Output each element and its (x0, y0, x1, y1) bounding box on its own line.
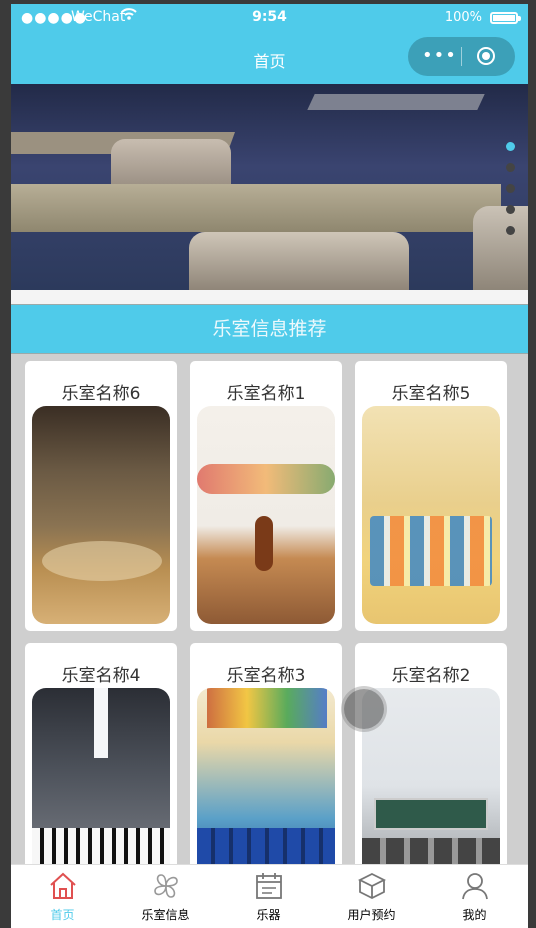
banner-carousel[interactable] (11, 84, 528, 290)
room-name: 乐室名称3 (226, 666, 306, 686)
banner-image-part (11, 184, 501, 232)
calendar-icon (256, 873, 282, 899)
room-photo[interactable] (32, 688, 170, 864)
carousel-dot[interactable] (506, 142, 515, 151)
status-bar: ●●●●● WeChat 9:54 100% (11, 4, 528, 32)
box-icon (357, 872, 387, 900)
room-card[interactable]: 乐室名称2 (355, 643, 507, 864)
room-card[interactable]: 乐室名称3 (190, 643, 342, 864)
user-icon (462, 873, 488, 900)
carousel-dot[interactable] (506, 226, 515, 235)
banner-image-part (307, 94, 485, 110)
tab-label: 首页 (50, 908, 75, 922)
phone-screen: ●●●●● WeChat 9:54 100% 首页 ••• 乐室信息推荐 乐室名… (11, 4, 528, 928)
miniprogram-capsule: ••• (408, 37, 515, 76)
tab-label: 乐器 (256, 908, 281, 922)
room-name: 乐室名称4 (61, 666, 141, 686)
touch-indicator (344, 689, 384, 729)
battery-icon (490, 12, 521, 24)
tab-mine[interactable]: 我的 (423, 865, 526, 928)
divider (11, 290, 528, 304)
tab-label: 乐室信息 (141, 908, 190, 922)
more-menu-icon[interactable]: ••• (422, 45, 457, 66)
room-name: 乐室名称6 (61, 384, 141, 404)
top-bar: ●●●●● WeChat 9:54 100% 首页 ••• (11, 4, 528, 84)
close-miniprogram-icon[interactable] (477, 47, 495, 65)
room-card[interactable]: 乐室名称1 (190, 361, 342, 631)
tab-room-info[interactable]: 乐室信息 (114, 865, 217, 928)
tab-label: 我的 (462, 908, 487, 922)
tab-label: 用户预约 (347, 908, 396, 922)
section-header: 乐室信息推荐 (11, 304, 528, 354)
room-name: 乐室名称2 (391, 666, 471, 686)
carousel-dot[interactable] (506, 205, 515, 214)
clover-icon (154, 874, 178, 898)
room-card[interactable]: 乐室名称4 (25, 643, 177, 864)
room-name: 乐室名称5 (391, 384, 471, 404)
room-card[interactable]: 乐室名称6 (25, 361, 177, 631)
section-title: 乐室信息推荐 (212, 318, 327, 340)
tab-bar: 首页 乐室信息 乐器 用户预约 我的 (11, 864, 528, 928)
capsule-divider (461, 47, 462, 66)
tab-reservation[interactable]: 用户预约 (320, 865, 423, 928)
carousel-dot[interactable] (506, 163, 515, 172)
banner-image-part (189, 232, 409, 290)
tab-instruments[interactable]: 乐器 (217, 865, 320, 928)
room-photo[interactable] (197, 688, 335, 864)
room-grid: 乐室名称6 乐室名称1 乐室名称5 乐室名称4 乐室名称3 乐室名称2 (11, 354, 528, 864)
battery-percent: 100% (444, 10, 482, 25)
carousel-dot[interactable] (506, 184, 515, 193)
room-photo[interactable] (362, 406, 500, 624)
tab-home[interactable]: 首页 (11, 865, 114, 928)
room-name: 乐室名称1 (226, 384, 306, 404)
home-icon (50, 872, 76, 899)
banner-image-part (473, 206, 528, 290)
room-card[interactable]: 乐室名称5 (355, 361, 507, 631)
carousel-indicators (506, 142, 515, 247)
room-photo[interactable] (197, 406, 335, 624)
room-photo[interactable] (32, 406, 170, 624)
